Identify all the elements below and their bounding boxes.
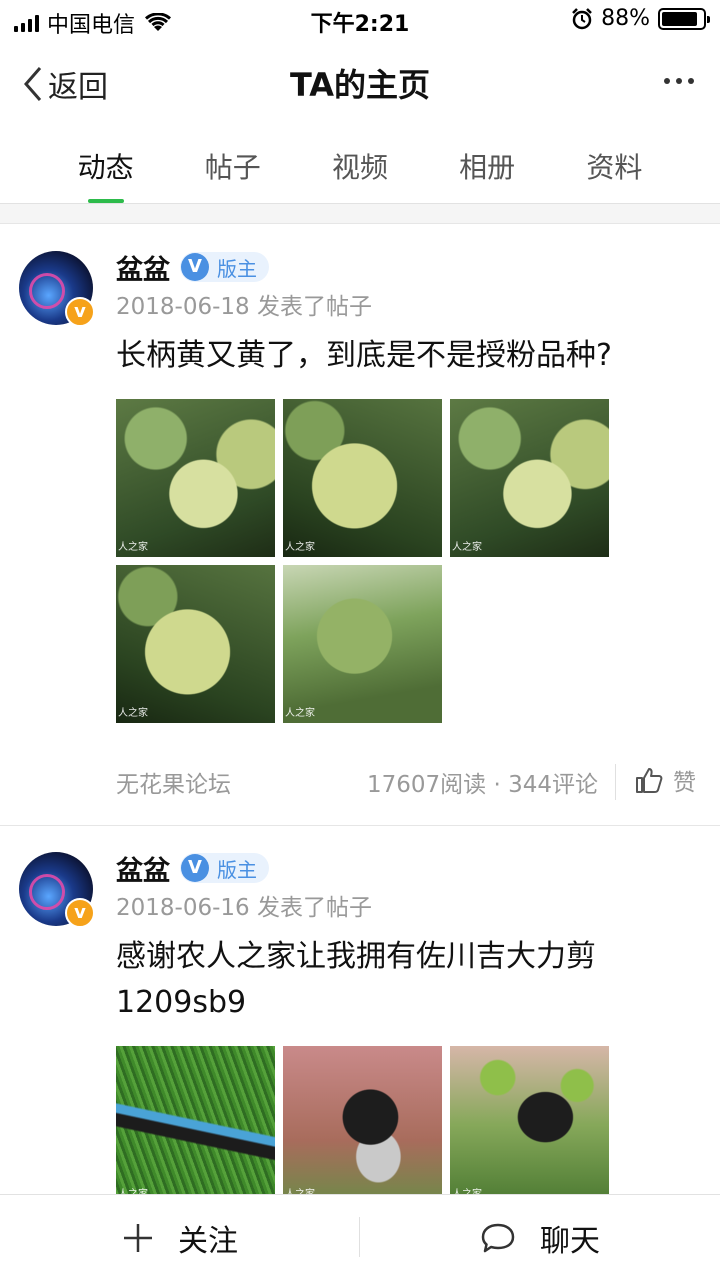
divider	[615, 764, 616, 800]
chat-label: 聊天	[540, 1223, 600, 1259]
feed-post[interactable]: v 盆盆 V 版主 2018-06-16 发表了帖子 感谢农人之家让我拥有佐川吉…	[0, 826, 720, 1204]
tab-profile-info[interactable]: 资料	[564, 122, 664, 203]
tab-albums[interactable]: 相册	[437, 122, 537, 203]
post-title[interactable]: 长柄黄又黄了，到底是不是授粉品种?	[116, 333, 686, 379]
dot-icon	[664, 78, 670, 84]
post-meta: 2018-06-16 发表了帖子	[116, 895, 372, 921]
like-button[interactable]: 赞	[635, 763, 696, 797]
page-title: TA的主页	[289, 66, 431, 104]
post-image[interactable]: 人之家	[283, 1046, 442, 1204]
alarm-icon	[572, 7, 592, 29]
post-image[interactable]: 人之家	[450, 1046, 609, 1204]
chat-button[interactable]: 聊天	[360, 1195, 720, 1280]
tab-posts[interactable]: 帖子	[183, 122, 283, 203]
post-image[interactable]: 人之家	[450, 399, 609, 557]
tab-videos[interactable]: 视频	[310, 122, 410, 203]
section-divider	[0, 204, 720, 224]
more-menu-button[interactable]	[664, 78, 694, 84]
activity-feed: v 盆盆 V 版主 2018-06-18 发表了帖子 长柄黄又黄了，到底是不是授…	[0, 225, 720, 1204]
post-image[interactable]: 人之家	[116, 1046, 275, 1204]
thumbs-up-icon	[636, 768, 663, 793]
follow-label: 关注	[178, 1223, 238, 1259]
moderator-badge: V 版主	[180, 853, 269, 883]
post-image[interactable]: 人之家	[116, 565, 275, 723]
tab-moments[interactable]: 动态	[56, 122, 156, 203]
status-bar: 中国电信 下午2:21 88%	[0, 0, 720, 40]
image-grid: 人之家 人之家 人之家 人之家 人之家	[116, 399, 720, 723]
profile-tabs: 动态 帖子 视频 相册 资料	[0, 122, 720, 204]
post-stats: 17607阅读 · 344评论	[367, 772, 598, 798]
chat-bubble-icon	[481, 1223, 515, 1252]
post-image[interactable]: 人之家	[283, 565, 442, 723]
nav-bar: 返回 TA的主页	[0, 40, 720, 122]
post-image[interactable]: 人之家	[283, 399, 442, 557]
role-label: 版主	[217, 256, 257, 281]
divider	[359, 1217, 360, 1257]
bottom-action-bar: 关注 聊天	[0, 1194, 720, 1280]
plus-icon	[124, 1223, 152, 1252]
user-name[interactable]: 盆盆	[116, 849, 170, 888]
post-meta: 2018-06-18 发表了帖子	[116, 294, 372, 320]
forum-link[interactable]: 无花果论坛	[116, 765, 231, 799]
v-icon: V	[181, 253, 209, 281]
moderator-badge: V 版主	[180, 252, 269, 282]
role-label: 版主	[217, 857, 257, 882]
v-icon: V	[181, 854, 209, 882]
user-name[interactable]: 盆盆	[116, 248, 170, 287]
post-image[interactable]: 人之家	[116, 399, 275, 557]
image-grid: 人之家 人之家 人之家	[116, 1046, 720, 1204]
avatar[interactable]: v	[19, 852, 95, 928]
verified-badge-icon: v	[65, 297, 95, 327]
follow-button[interactable]: 关注	[0, 1195, 360, 1280]
dot-icon	[688, 78, 694, 84]
avatar[interactable]: v	[19, 251, 95, 327]
battery-percent: 88%	[601, 6, 650, 31]
battery-icon	[658, 7, 710, 30]
post-title[interactable]: 感谢农人之家让我拥有佐川吉大力剪1209sb9	[116, 934, 686, 1026]
verified-badge-icon: v	[65, 898, 95, 928]
feed-post[interactable]: v 盆盆 V 版主 2018-06-18 发表了帖子 长柄黄又黄了，到底是不是授…	[0, 225, 720, 826]
like-label: 赞	[673, 770, 696, 796]
dot-icon	[676, 78, 682, 84]
